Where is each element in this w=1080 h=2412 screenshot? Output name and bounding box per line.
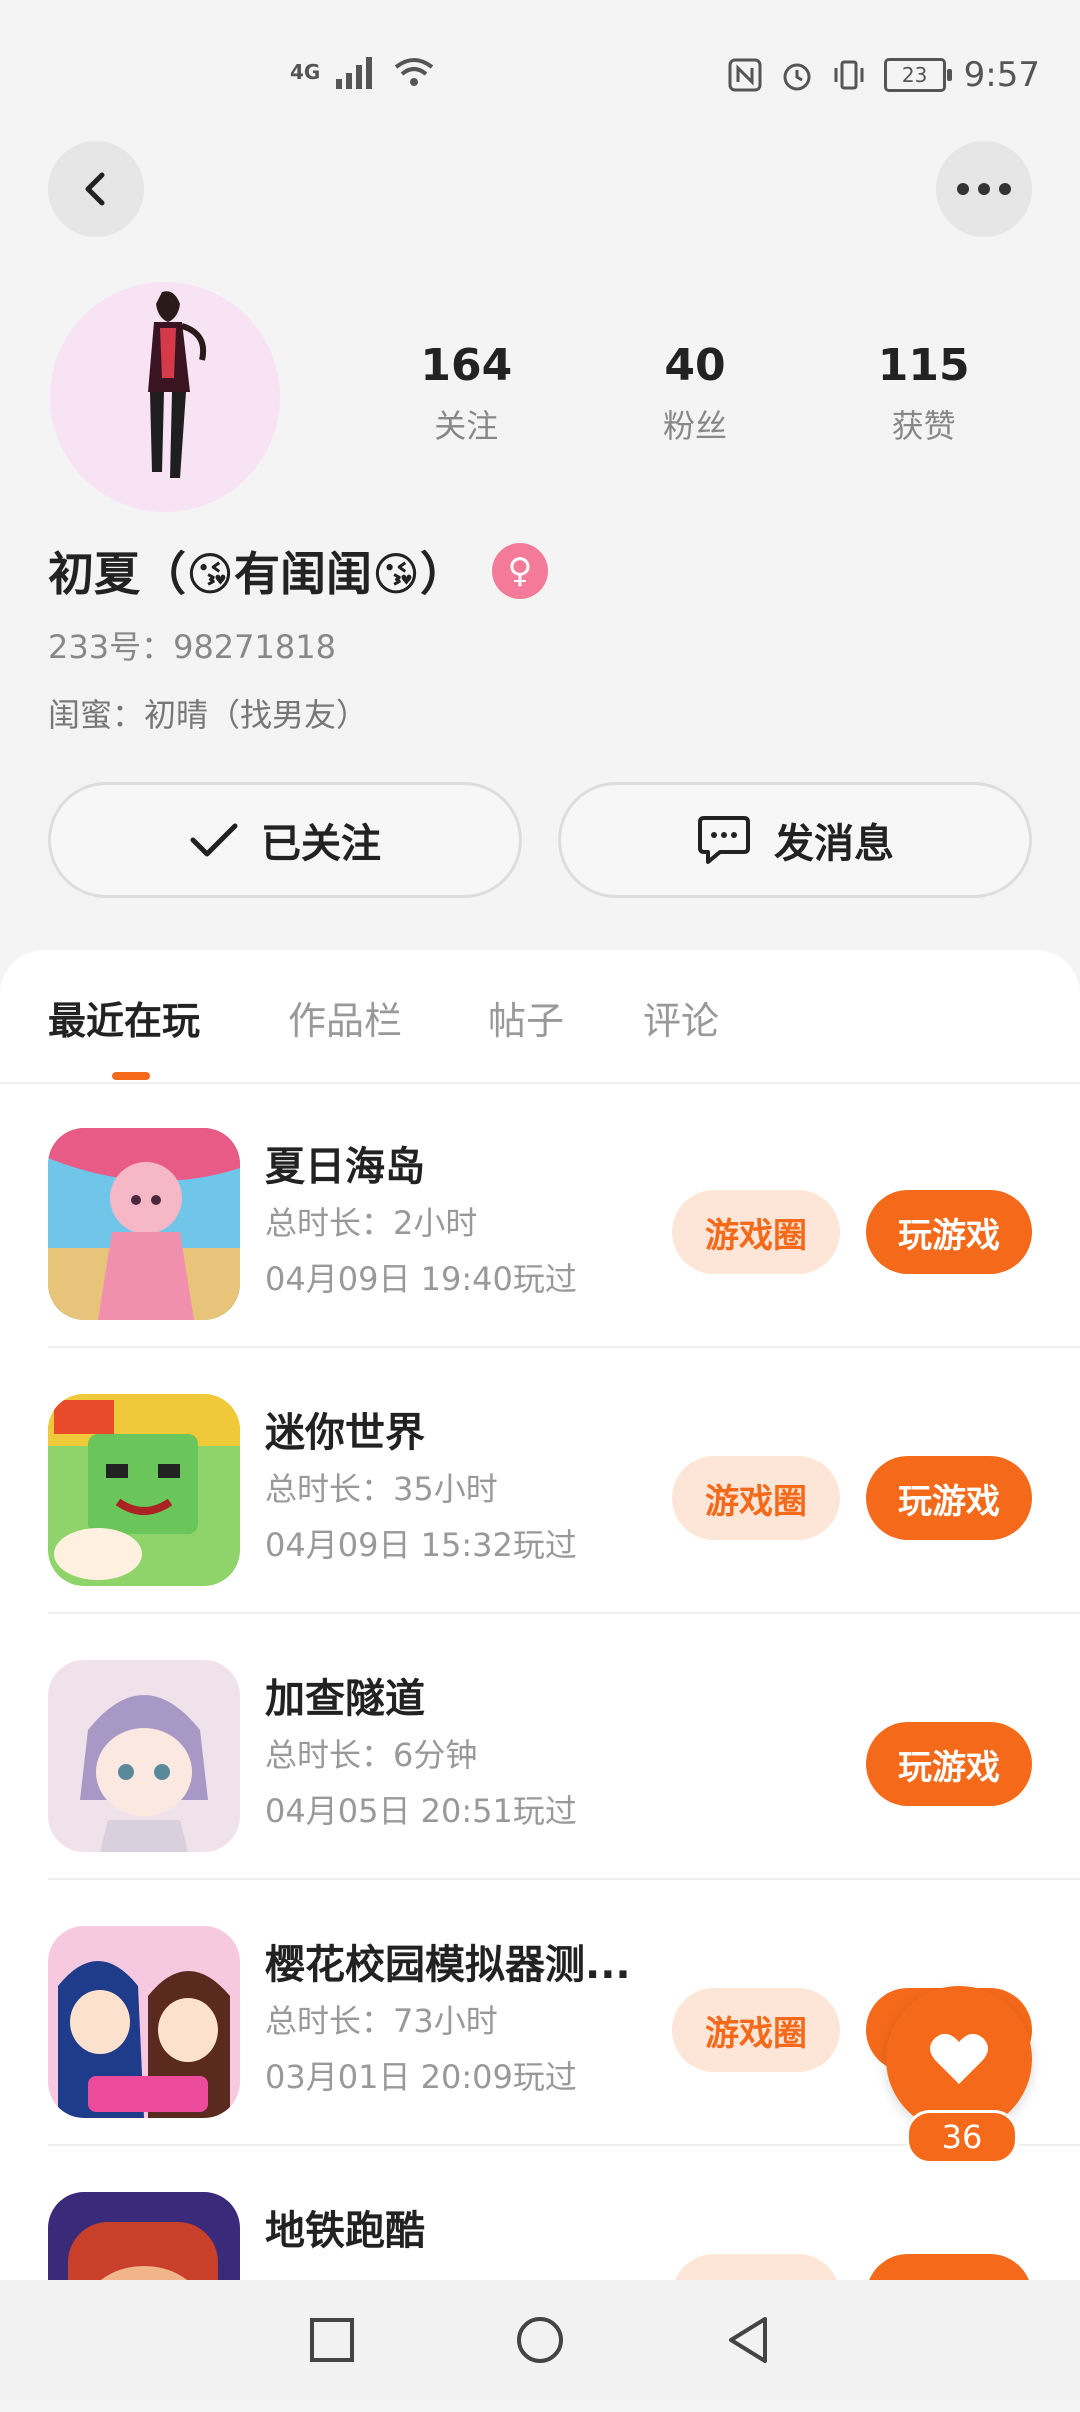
game-thumbnail	[48, 1128, 240, 1320]
game-last-played: 04月09日 19:40玩过	[265, 1260, 577, 1298]
battery-icon: 23	[883, 58, 952, 92]
tab-indicator	[112, 1072, 150, 1080]
female-gender-icon: ♀	[491, 543, 548, 599]
nfc-icon	[728, 58, 762, 92]
game-icon-sakura-school	[48, 1926, 240, 2118]
stat-fans-count: 40	[664, 340, 726, 391]
game-circle-button[interactable]: 游戏圈	[672, 1190, 840, 1274]
user-id: 233号：98271818	[48, 628, 336, 666]
tab-works[interactable]: 作品栏	[288, 990, 402, 1045]
game-row[interactable]: 夏日海岛 总时长：2小时 04月09日 19:40玩过 游戏圈 玩游戏	[0, 1082, 1080, 1348]
game-name: 地铁跑酷	[265, 2208, 425, 2254]
game-icon-summer-island	[48, 1128, 240, 1320]
status-left: 4G	[290, 55, 436, 89]
username-row: 初夏（😘有闺闺😘） ♀	[48, 538, 548, 604]
game-name: 夏日海岛	[265, 1144, 425, 1190]
game-last-played: 03月01日 20:09玩过	[265, 2058, 577, 2096]
stat-following[interactable]: 164 关注	[420, 340, 512, 447]
home-icon[interactable]	[515, 2315, 565, 2365]
wifi-icon	[395, 58, 434, 86]
game-duration: 总时长：2小时	[265, 1204, 478, 1242]
game-thumbnail	[48, 1394, 240, 1586]
stat-fans-label: 粉丝	[662, 407, 727, 445]
profile-stats: 164 关注 40 粉丝 115 获赞	[345, 340, 1045, 447]
signal-icon	[336, 57, 373, 89]
more-dots-icon	[957, 183, 1011, 195]
vibrate-icon	[834, 60, 864, 90]
like-count: 36	[906, 2110, 1018, 2164]
game-name: 樱花校园模拟器测...	[265, 1942, 631, 1988]
back-nav-icon[interactable]	[725, 2315, 771, 2365]
check-icon	[190, 823, 238, 857]
clock: 9:57	[963, 55, 1040, 95]
username: 初夏（😘有闺闺😘）	[48, 547, 466, 601]
game-row[interactable]: 加查隧道 总时长：6分钟 04月05日 20:51玩过 玩游戏	[0, 1614, 1080, 1880]
tab-posts[interactable]: 帖子	[488, 990, 564, 1045]
heart-icon	[930, 2033, 988, 2084]
game-circle-button[interactable]: 游戏圈	[672, 1456, 840, 1540]
game-duration: 总时长：73小时	[265, 2002, 498, 2040]
tab-comments[interactable]: 评论	[643, 990, 719, 1045]
game-row[interactable]: 迷你世界 总时长：35小时 04月09日 15:32玩过 游戏圈 玩游戏	[0, 1348, 1080, 1614]
stat-likes-count: 115	[877, 340, 970, 391]
game-last-played: 04月05日 20:51玩过	[265, 1792, 577, 1830]
bff-line: 闺蜜：初晴（找男友）	[48, 696, 369, 734]
chevron-left-icon	[85, 172, 105, 206]
game-last-played: 04月09日 15:32玩过	[265, 1526, 577, 1564]
tab-bar: 最近在玩 作品栏 帖子 评论	[0, 950, 1080, 1084]
more-button[interactable]	[936, 141, 1032, 237]
stat-following-label: 关注	[434, 407, 499, 445]
stat-likes-label: 获赞	[891, 407, 956, 445]
tab-recently-played[interactable]: 最近在玩	[48, 990, 200, 1045]
battery-level: 23	[901, 63, 928, 87]
message-label: 发消息	[774, 821, 894, 867]
followed-button[interactable]: 已关注	[48, 782, 522, 898]
chat-bubble-icon	[698, 816, 750, 864]
stat-following-count: 164	[420, 340, 513, 391]
stat-fans[interactable]: 40 粉丝	[663, 340, 727, 447]
game-thumbnail	[48, 1660, 240, 1852]
recent-apps-icon[interactable]	[309, 2317, 355, 2363]
game-icon-gacha-tunnel	[48, 1660, 240, 1852]
stat-likes[interactable]: 115 获赞	[878, 340, 970, 447]
play-game-button[interactable]: 玩游戏	[866, 1722, 1032, 1806]
play-game-button[interactable]: 玩游戏	[866, 1456, 1032, 1540]
game-duration: 总时长：35小时	[265, 1470, 498, 1508]
game-duration: 总时长：6分钟	[265, 1736, 478, 1774]
game-name: 迷你世界	[265, 1410, 425, 1456]
play-game-button[interactable]: 玩游戏	[866, 1190, 1032, 1274]
game-name: 加查隧道	[265, 1676, 425, 1722]
followed-label: 已关注	[261, 821, 381, 867]
network-type: 4G	[290, 60, 321, 84]
game-icon-mini-world	[48, 1394, 240, 1586]
game-thumbnail	[48, 1926, 240, 2118]
system-nav-bar	[0, 2280, 1080, 2400]
status-right: 23 9:57	[728, 55, 1040, 95]
avatar[interactable]	[50, 282, 280, 512]
back-button[interactable]	[48, 141, 144, 237]
alarm-icon	[783, 63, 811, 91]
game-circle-button[interactable]: 游戏圈	[672, 1988, 840, 2072]
status-bar: 4G 23 9:57	[0, 0, 1080, 150]
message-button[interactable]: 发消息	[558, 782, 1032, 898]
avatar-character-image	[50, 282, 280, 512]
